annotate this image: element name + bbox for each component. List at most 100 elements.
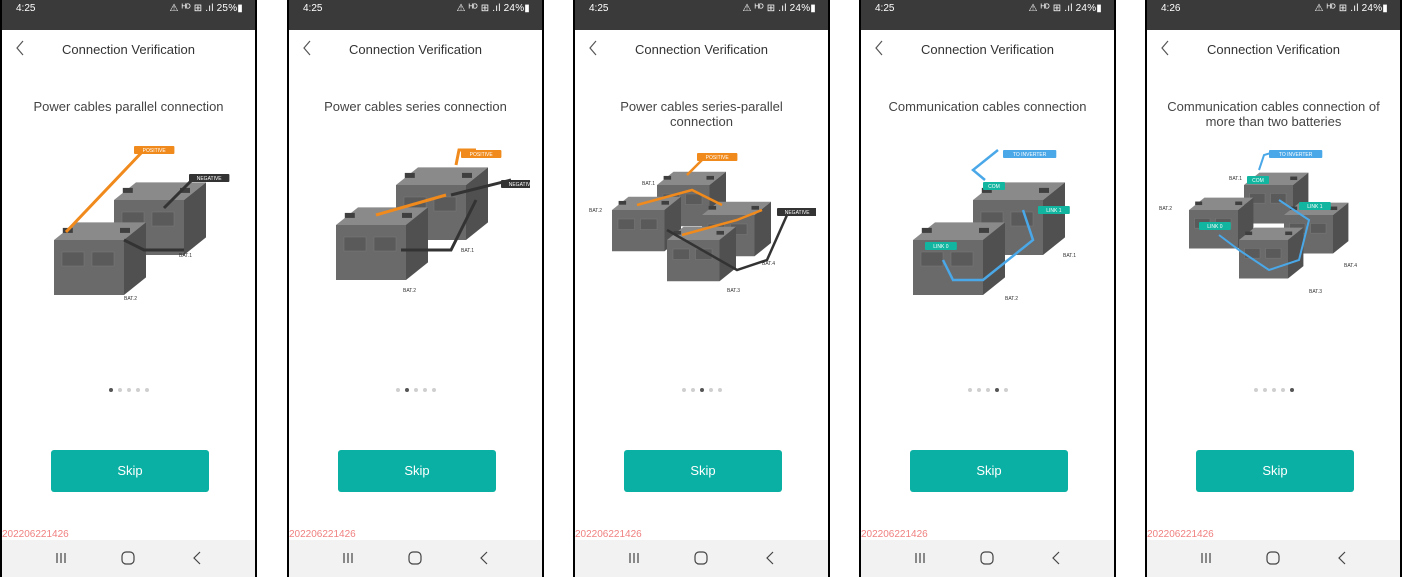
status-time: 4:25 — [16, 3, 36, 14]
battery-label: BAT.1 — [642, 181, 655, 187]
battery-label: BAT.1 — [461, 248, 474, 254]
page-title: Connection Verification — [349, 42, 482, 57]
battery-label: BAT.2 — [403, 288, 416, 294]
home-icon[interactable] — [691, 548, 711, 568]
build-version: 202206221426 — [1147, 529, 1214, 540]
battery-label: BAT.2 — [1159, 206, 1172, 212]
svg-text:NEGATIVE: NEGATIVE — [197, 176, 223, 182]
diagram-tag: NEGATIVE — [189, 174, 230, 182]
svg-text:LINK 1: LINK 1 — [1046, 208, 1062, 214]
recents-icon[interactable] — [1196, 548, 1216, 568]
battery-shape — [1239, 227, 1304, 279]
page-indicator — [859, 388, 1116, 392]
battery-label: BAT.1 — [1063, 253, 1076, 259]
home-icon[interactable] — [405, 548, 425, 568]
phone-screen: 4:25 ⚠ ᴴᴰ ⊞ .ıl 24%▮ Connection Verifica… — [287, 0, 544, 577]
skip-button[interactable]: Skip — [338, 450, 496, 492]
page-dot[interactable] — [413, 388, 418, 392]
page-title: Connection Verification — [1207, 42, 1340, 57]
status-time: 4:25 — [875, 3, 895, 14]
diagram-tag: NEGATIVE — [777, 208, 816, 216]
connection-diagram: TO INVERTER COM LINK 1 LINK 0 BAT.1 BAT.2 — [913, 149, 1076, 302]
status-indicators: ⚠ ᴴᴰ ⊞ .ıl 24%▮ — [1028, 3, 1102, 14]
status-bar: 4:25 ⚠ ᴴᴰ ⊞ .ıl 24%▮ — [859, 0, 1116, 30]
recents-icon[interactable] — [51, 548, 71, 568]
svg-text:POSITIVE: POSITIVE — [470, 152, 494, 158]
nav-back-icon[interactable] — [188, 548, 208, 568]
page-dot[interactable] — [117, 388, 122, 392]
page-dot[interactable] — [708, 388, 713, 392]
nav-back-icon[interactable] — [1333, 548, 1353, 568]
svg-text:POSITIVE: POSITIVE — [143, 148, 167, 154]
page-dot[interactable] — [108, 388, 113, 392]
app-bar: Connection Verification — [287, 30, 544, 70]
page-dot[interactable] — [1262, 388, 1267, 392]
skip-button[interactable]: Skip — [910, 450, 1068, 492]
system-nav-bar — [1145, 540, 1402, 577]
svg-text:POSITIVE: POSITIVE — [706, 155, 730, 161]
page-dot[interactable] — [994, 388, 999, 392]
connection-diagram: TO INVERTER COM LINK 1 LINK 0 BAT.1 BAT.2… — [1159, 150, 1357, 295]
app-bar: Connection Verification — [0, 30, 257, 70]
svg-text:TO INVERTER: TO INVERTER — [1013, 152, 1047, 158]
svg-text:LINK 0: LINK 0 — [933, 244, 949, 250]
skip-button[interactable]: Skip — [624, 450, 782, 492]
page-dot[interactable] — [126, 388, 131, 392]
page-indicator — [0, 388, 257, 392]
page-dot[interactable] — [1280, 388, 1285, 392]
page-title: Connection Verification — [62, 42, 195, 57]
status-indicators: ⚠ ᴴᴰ ⊞ .ıl 24%▮ — [742, 3, 816, 14]
page-dot[interactable] — [1289, 388, 1294, 392]
recents-icon[interactable] — [910, 548, 930, 568]
diagram-tag: POSITIVE — [461, 150, 502, 158]
home-icon[interactable] — [977, 548, 997, 568]
battery-label: BAT.1 — [179, 253, 192, 259]
home-icon[interactable] — [118, 548, 138, 568]
svg-text:NEGATIVE: NEGATIVE — [785, 210, 811, 216]
phone-screen: 4:25 ⚠ ᴴᴰ ⊞ .ıl 25%▮ Connection Verifica… — [0, 0, 257, 577]
build-version: 202206221426 — [861, 529, 928, 540]
page-dot[interactable] — [967, 388, 972, 392]
app-bar: Connection Verification — [573, 30, 830, 70]
page-dot[interactable] — [690, 388, 695, 392]
page-dot[interactable] — [985, 388, 990, 392]
diagram-tag: COM — [1247, 176, 1269, 184]
page-dot[interactable] — [135, 388, 140, 392]
phone-screen: 4:25 ⚠ ᴴᴰ ⊞ .ıl 24%▮ Connection Verifica… — [859, 0, 1116, 577]
nav-back-icon[interactable] — [761, 548, 781, 568]
skip-button[interactable]: Skip — [51, 450, 209, 492]
page-dot[interactable] — [404, 388, 409, 392]
diagram-tag: POSITIVE — [134, 146, 175, 154]
status-bar: 4:26 ⚠ ᴴᴰ ⊞ .ıl 24%▮ — [1145, 0, 1402, 30]
page-dot[interactable] — [699, 388, 704, 392]
skip-button[interactable]: Skip — [1196, 450, 1354, 492]
page-dot[interactable] — [976, 388, 981, 392]
battery-label: BAT.2 — [1005, 296, 1018, 302]
page-dot[interactable] — [1253, 388, 1258, 392]
battery-label: BAT.3 — [727, 288, 740, 294]
page-dot[interactable] — [422, 388, 427, 392]
phone-screen: 4:26 ⚠ ᴴᴰ ⊞ .ıl 24%▮ Connection Verifica… — [1145, 0, 1402, 577]
page-dot[interactable] — [717, 388, 722, 392]
page-dot[interactable] — [1003, 388, 1008, 392]
page-dot[interactable] — [1271, 388, 1276, 392]
page-title: Connection Verification — [921, 42, 1054, 57]
build-version: 202206221426 — [575, 529, 642, 540]
page-dot[interactable] — [681, 388, 686, 392]
system-nav-bar — [0, 540, 257, 577]
page-dot[interactable] — [431, 388, 436, 392]
nav-back-icon[interactable] — [475, 548, 495, 568]
page-dot[interactable] — [144, 388, 149, 392]
slide-caption: Communication cables connection — [888, 99, 1087, 114]
connection-diagram: POSITIVE NEGATIVE BAT.1 BAT.2 — [336, 148, 530, 294]
page-dot[interactable] — [395, 388, 400, 392]
svg-text:TO INVERTER: TO INVERTER — [1279, 152, 1313, 158]
home-icon[interactable] — [1263, 548, 1283, 568]
app-bar: Connection Verification — [859, 30, 1116, 70]
recents-icon[interactable] — [338, 548, 358, 568]
battery-shape — [913, 222, 1005, 295]
status-time: 4:26 — [1161, 3, 1181, 14]
nav-back-icon[interactable] — [1047, 548, 1067, 568]
recents-icon[interactable] — [624, 548, 644, 568]
diagram-tag: LINK 1 — [1038, 206, 1070, 214]
